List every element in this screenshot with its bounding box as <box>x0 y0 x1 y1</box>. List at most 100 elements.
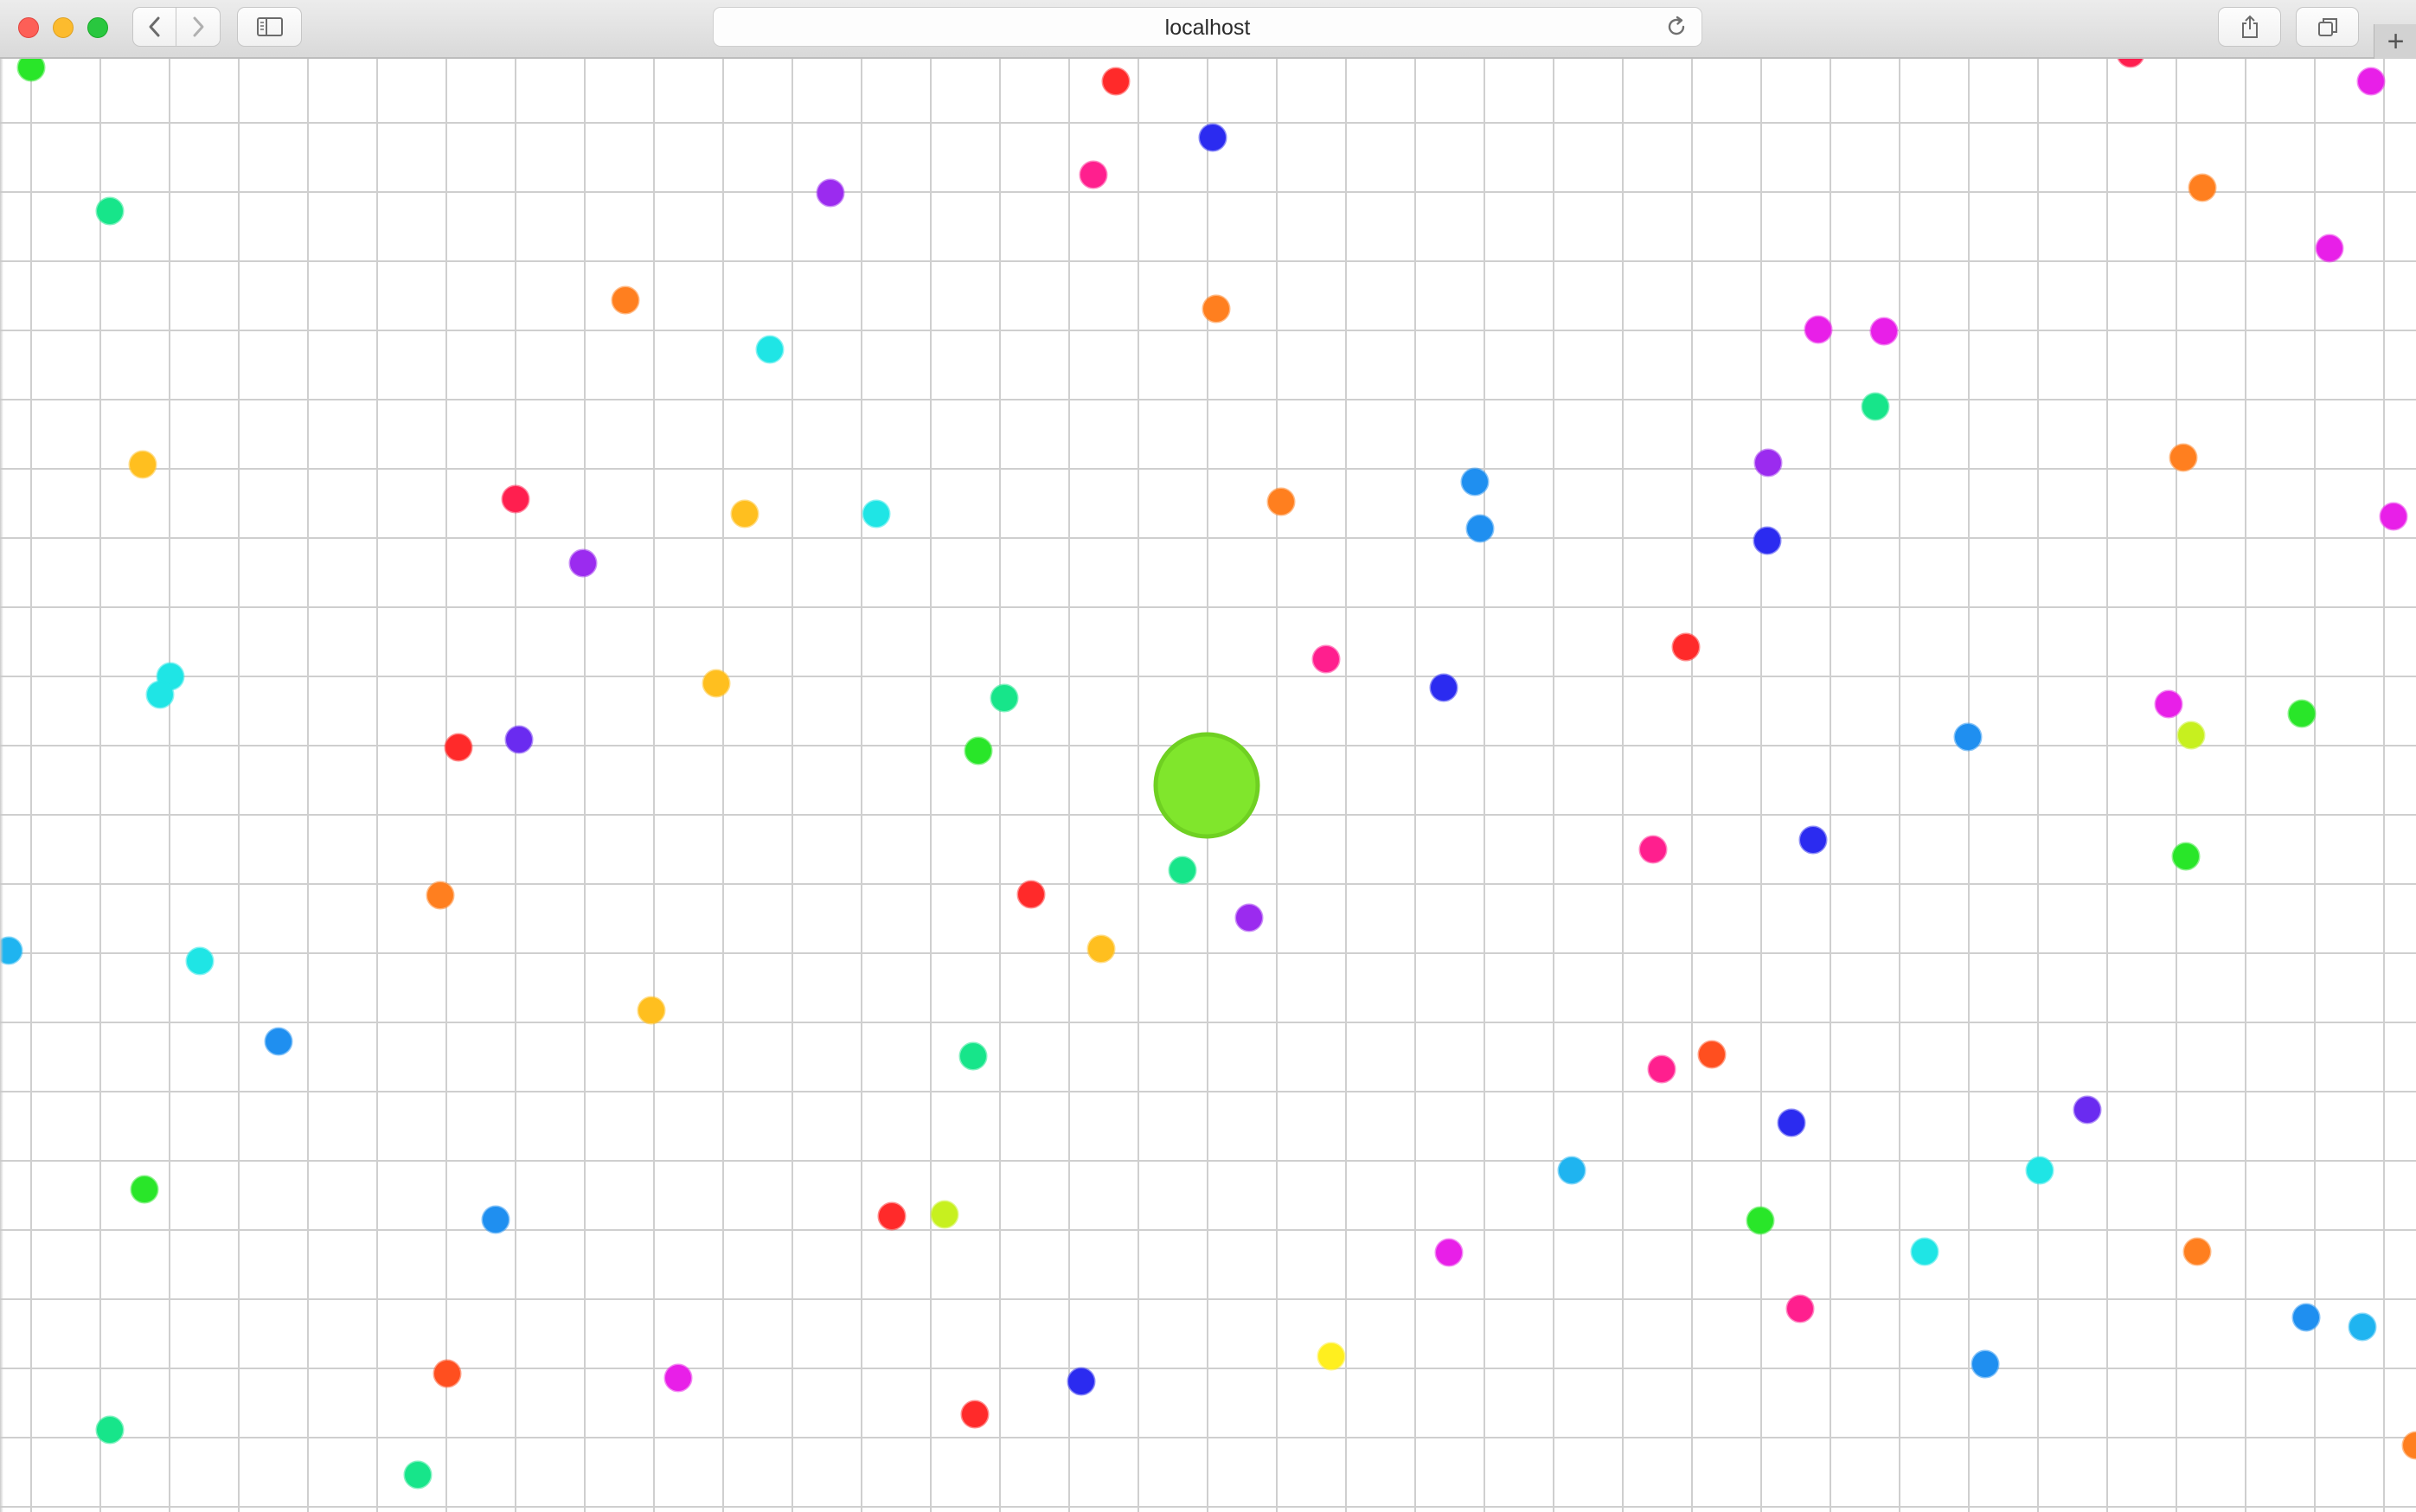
food-pellet <box>702 669 731 698</box>
player-cell <box>1153 732 1260 839</box>
food-pellet <box>2117 59 2144 68</box>
minimize-window-button[interactable] <box>53 17 74 38</box>
plus-icon: + <box>2387 25 2405 58</box>
food-pellet <box>1086 934 1116 964</box>
food-pellet <box>481 1205 510 1234</box>
food-pellet <box>1910 1237 1939 1266</box>
food-pellet <box>2348 1312 2377 1342</box>
food-pellet <box>426 881 455 910</box>
navigation-buttons <box>132 7 221 47</box>
food-pellet <box>1697 1040 1727 1069</box>
food-pellet <box>1785 1294 1815 1323</box>
food-pellet <box>1671 632 1701 662</box>
zoom-window-button[interactable] <box>87 17 108 38</box>
food-pellet <box>1861 392 1890 421</box>
food-pellet <box>2401 1431 2416 1460</box>
game-canvas[interactable] <box>0 59 2416 1512</box>
food-pellet <box>2379 502 2408 531</box>
food-pellet <box>1202 294 1231 324</box>
food-pellet <box>990 683 1019 713</box>
food-pellet <box>1429 673 1458 702</box>
chevron-left-icon <box>149 16 159 37</box>
food-pellet <box>1746 1206 1775 1235</box>
food-pellet <box>130 1175 159 1204</box>
food-pellet <box>663 1363 693 1393</box>
new-tab-button[interactable]: + <box>2374 24 2416 59</box>
food-pellet <box>1101 67 1131 96</box>
food-pellet <box>1317 1342 1346 1371</box>
player-layer <box>1153 732 1260 839</box>
food-pellet <box>2182 1237 2212 1266</box>
close-window-button[interactable] <box>18 17 39 38</box>
share-button[interactable] <box>2218 7 2281 47</box>
food-pellet <box>16 59 46 82</box>
food-pellet <box>1638 835 1668 864</box>
food-pellet <box>501 484 530 514</box>
food-pellet <box>444 733 473 762</box>
food-pellet <box>185 946 215 976</box>
food-pellet <box>145 680 175 709</box>
food-pellet <box>862 499 891 529</box>
food-pellet <box>611 285 640 315</box>
food-pellet <box>877 1201 907 1231</box>
food-pellet <box>1557 1156 1586 1185</box>
browser-toolbar: localhost + <box>0 0 2416 59</box>
forward-button[interactable] <box>176 7 221 47</box>
reload-button[interactable] <box>1663 15 1689 41</box>
food-pellet <box>930 1200 959 1229</box>
food-pellet <box>1434 1238 1464 1267</box>
food-pellet <box>2291 1303 2321 1332</box>
food-pellet <box>1067 1367 1096 1396</box>
reload-icon <box>1668 16 1685 35</box>
food-pellet <box>1753 448 1783 477</box>
tabs-icon <box>2317 18 2337 36</box>
food-pellet <box>433 1359 462 1388</box>
food-pellet <box>1079 160 1108 189</box>
food-pellet <box>1777 1108 1806 1137</box>
food-pellet <box>1465 514 1495 543</box>
address-bar[interactable]: localhost <box>713 7 1702 47</box>
food-pellet <box>1953 722 1983 752</box>
food-pellet <box>958 1041 988 1071</box>
game-board[interactable] <box>0 59 2416 1512</box>
back-button[interactable] <box>132 7 176 47</box>
food-pellet <box>1198 123 1227 152</box>
food-pellet <box>128 450 157 479</box>
food-pellet <box>1971 1349 2000 1379</box>
food-pellet <box>403 1460 433 1490</box>
food-pellet <box>964 736 993 766</box>
food-pellet <box>2154 689 2183 719</box>
food-pellet <box>264 1027 293 1056</box>
show-tabs-button[interactable] <box>2296 7 2359 47</box>
food-pellet <box>960 1400 990 1429</box>
food-pellet <box>637 996 666 1025</box>
sidebar-button[interactable] <box>237 7 302 47</box>
sidebar-icon <box>256 17 283 36</box>
food-pellet <box>1168 855 1197 885</box>
food-pellet <box>1647 1054 1676 1084</box>
food-pellet <box>95 196 125 226</box>
food-pellet <box>2171 842 2201 871</box>
edge-shadow <box>0 59 3 1512</box>
food-pellet <box>1753 526 1782 555</box>
food-pellet <box>1869 317 1899 346</box>
food-pellet <box>1016 880 1046 909</box>
food-pellet <box>504 725 534 754</box>
food-pellet <box>95 1415 125 1445</box>
food-pellet <box>1460 467 1490 497</box>
food-pellet <box>2169 443 2198 472</box>
food-pellet <box>1234 903 1264 932</box>
food-pellet <box>755 335 785 364</box>
food-pellet <box>568 548 598 578</box>
chevron-right-icon <box>193 16 204 37</box>
share-icon <box>2241 15 2258 38</box>
food-pellet <box>2025 1156 2054 1185</box>
food-pellet <box>2188 173 2217 202</box>
food-pellet <box>730 499 759 529</box>
food-pellet <box>1266 487 1296 516</box>
address-text: localhost <box>1164 16 1251 40</box>
food-pellet <box>2287 699 2317 728</box>
food-pellet <box>2073 1095 2102 1124</box>
food-pellet <box>1311 644 1341 674</box>
food-pellet <box>2315 234 2344 263</box>
